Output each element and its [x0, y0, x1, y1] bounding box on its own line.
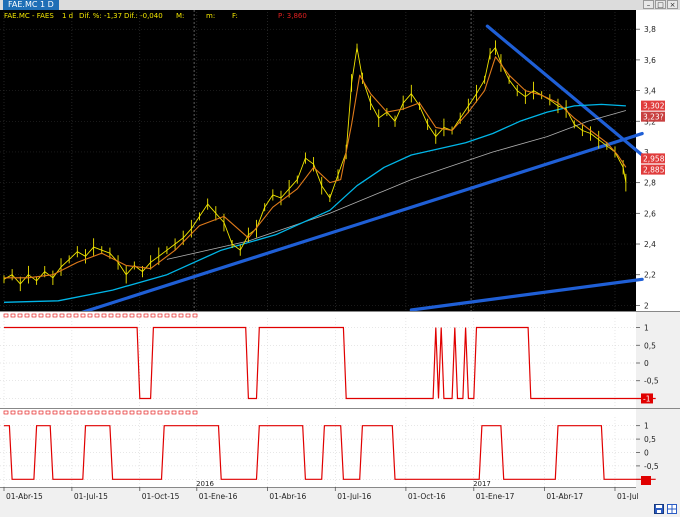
window-controls: – □ × — [643, 0, 678, 10]
title-bar: FAE.MC 1 D – □ × — [0, 0, 680, 10]
header-m: M: — [176, 12, 184, 20]
header-symbol: FAE.MC - FAES — [4, 12, 54, 20]
save-icon[interactable] — [654, 504, 664, 514]
indicator-y-tick-label: 0 — [644, 359, 649, 368]
indicator-y-tick-label: 0 — [644, 449, 649, 458]
price-tag-label: 3,23? — [643, 113, 664, 122]
close-button[interactable]: × — [667, 0, 678, 9]
price-tag-label: 3,302 — [643, 102, 665, 111]
price-y-tick-label: 2,6 — [644, 209, 656, 218]
price-y-tick-label: 2 — [644, 301, 649, 310]
price-y-tick-label: 3,4 — [644, 87, 656, 96]
indicator1-last-tag: -1 — [641, 393, 653, 404]
indicator-y-tick-label: 0,5 — [644, 435, 656, 444]
minimize-button[interactable]: – — [643, 0, 654, 9]
price-y-tick-label: 2,4 — [644, 240, 656, 249]
header-f: F: — [232, 12, 238, 20]
indicator2-last-tag-bg — [641, 476, 651, 485]
price-y-tick-label: 3,6 — [644, 56, 656, 65]
price-tag-label: 2,885 — [643, 166, 665, 175]
bottom-toolbar — [654, 504, 677, 514]
indicator2-panel-background — [0, 409, 636, 487]
indicator-y-tick-label: -0,5 — [644, 377, 659, 386]
x-tick-label: 01-Jul — [617, 492, 639, 500]
indicator2-y-axis: 10,50-0,5-1 — [636, 422, 659, 485]
x-tick-label: 01-Abr-16 — [269, 492, 306, 500]
x-tick-label: 01-Abr-17 — [546, 492, 583, 500]
header-period: 1 d — [62, 12, 73, 20]
price-tag-label: 2,958 — [643, 154, 665, 163]
indicator-y-tick-label: 1 — [644, 324, 649, 333]
chart-area[interactable]: 22,22,42,62,833,23,43,63,8 3,3023,23?2,9… — [0, 10, 680, 500]
grid-icon[interactable] — [667, 504, 677, 514]
price-y-tick-label: 2,8 — [644, 179, 656, 188]
x-tick-label: 01-Jul-15 — [74, 492, 108, 500]
x-tick-label: 01-Abr-15 — [6, 492, 43, 500]
header-m2: m: — [206, 12, 215, 20]
x-tick-label: 01-Jul-16 — [337, 492, 371, 500]
x-year-label: 2016 — [196, 480, 214, 488]
x-tick-label: 01-Oct-16 — [408, 492, 446, 500]
indicator-last-tag-label: -1 — [643, 394, 651, 403]
chart-window: FAE.MC 1 D – □ × 2 2,2 2,4 2,6 2,8 3 3,2 3,4 3,6… — [0, 0, 680, 517]
indicator-y-tick-label: 1 — [644, 422, 649, 431]
window-title-tab[interactable]: FAE.MC 1 D — [3, 0, 59, 10]
header-p: P: 3,860 — [278, 12, 307, 20]
x-tick-label: 01-Ene-16 — [199, 492, 238, 500]
header-dif: Dif.: -0,040 — [124, 12, 163, 20]
x-tick-label: 01-Ene-17 — [476, 492, 515, 500]
indicator1-panel-background — [0, 312, 636, 408]
x-year-label: 2017 — [473, 480, 491, 488]
maximize-button[interactable]: □ — [655, 0, 666, 9]
x-tick-label: 01-Oct-15 — [142, 492, 180, 500]
indicator1-y-axis: 1 0,5 0 -0,5 -1 — [636, 324, 659, 403]
price-panel-background — [0, 10, 636, 311]
price-y-tick-label: 3,8 — [644, 25, 656, 34]
header-dif-pct: Dif. %: -1,37 — [79, 12, 122, 20]
indicator-y-tick-label: -0,5 — [644, 462, 659, 471]
indicator-y-tick-label: 0,5 — [644, 341, 656, 350]
price-y-tick-label: 2,2 — [644, 271, 656, 280]
